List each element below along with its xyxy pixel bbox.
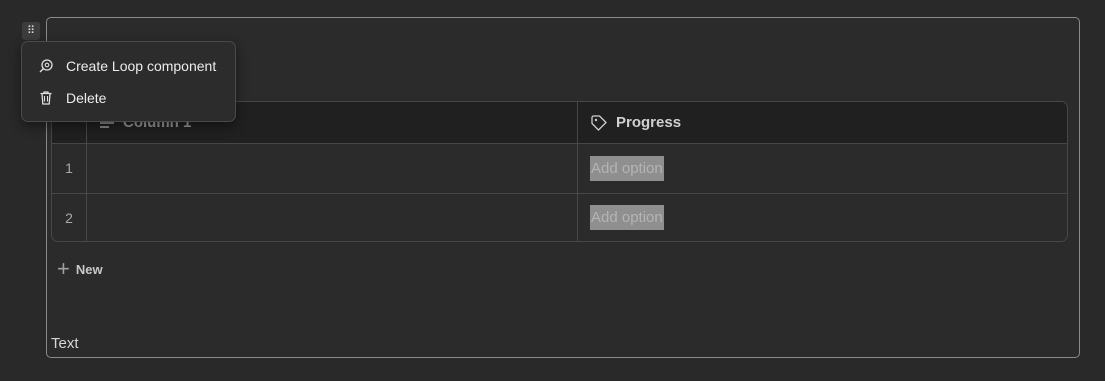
row-number: 1 [52,143,87,193]
table-row: 2 Add option [52,193,1067,241]
column-1-cell[interactable] [87,193,578,241]
menu-item-create-loop-component[interactable]: Create Loop component [22,51,235,81]
table-row: 1 Add option [52,143,1067,194]
column-1-cell[interactable] [87,143,578,193]
row-number: 2 [52,193,87,241]
tag-icon [590,114,608,132]
drag-handle-icon[interactable]: ⠿ [22,22,40,40]
context-menu: Create Loop component Delete [21,41,236,122]
text-block[interactable]: Text [51,335,79,352]
new-row-button[interactable]: + New [57,258,103,280]
progress-cell[interactable]: Add option [578,193,1067,241]
data-table: Column 1 Progress 1 Add option 2 Add opt… [51,101,1068,242]
loop-icon [38,58,54,74]
add-option-placeholder[interactable]: Add option [590,155,664,181]
plus-icon: + [57,256,70,281]
column-header-progress[interactable]: Progress [578,102,1067,143]
menu-item-delete[interactable]: Delete [22,83,235,113]
menu-item-label: Create Loop component [66,58,217,74]
progress-cell[interactable]: Add option [578,143,1067,193]
new-row-label: New [75,261,103,277]
progress-label: Progress [616,114,682,131]
menu-item-label: Delete [66,90,107,106]
trash-icon [38,90,54,106]
add-option-placeholder[interactable]: Add option [590,205,664,230]
